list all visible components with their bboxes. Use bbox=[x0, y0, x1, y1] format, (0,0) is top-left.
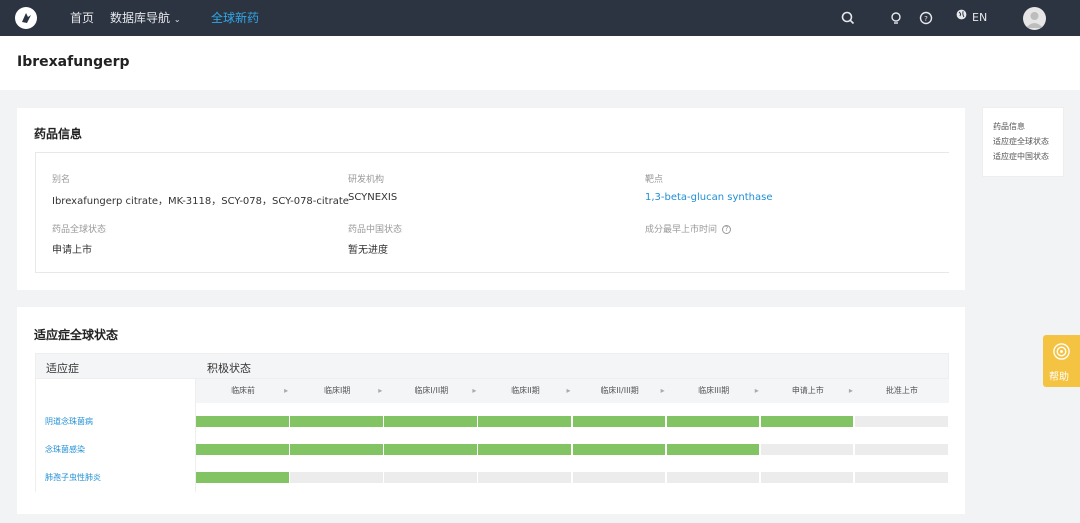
progress-segment bbox=[760, 444, 854, 455]
earliest-launch-label: 成分最早上市时间? bbox=[645, 222, 732, 235]
progress-segment bbox=[478, 416, 571, 427]
progress-segment bbox=[760, 472, 854, 483]
progress-segment bbox=[384, 444, 477, 455]
help-button-label: 帮助 bbox=[1049, 372, 1069, 383]
indication-link[interactable]: 肺孢子虫性肺炎 bbox=[45, 472, 101, 483]
phase-label: 批准上市 bbox=[885, 386, 918, 395]
col-indication: 适应症 bbox=[46, 362, 79, 375]
search-icon[interactable] bbox=[840, 10, 856, 26]
phase-label: 申请上市 bbox=[791, 386, 824, 395]
col-status: 积极状态 bbox=[207, 362, 251, 375]
global-status-title: 适应症全球状态 bbox=[34, 328, 119, 342]
progress-segment bbox=[196, 416, 289, 427]
progress-segment bbox=[290, 416, 383, 427]
nav-item-database-label: 数据库导航 bbox=[110, 11, 171, 25]
nav-item-home[interactable]: 首页 bbox=[70, 0, 94, 36]
global-status-value: 申请上市 bbox=[52, 245, 92, 256]
language-switch[interactable]: EN bbox=[955, 0, 987, 36]
phase-label: 临床前 bbox=[231, 386, 256, 395]
status-table-header: 适应症 积极状态 bbox=[35, 353, 949, 379]
page-title: Ibrexafungerp bbox=[17, 54, 130, 70]
progress-segment bbox=[478, 444, 571, 455]
nav-item-global-drugs[interactable]: 全球新药 bbox=[211, 0, 259, 36]
phase-arrow-icon: ▸ bbox=[378, 386, 383, 395]
progress-segment bbox=[666, 472, 760, 483]
progress-segment bbox=[760, 416, 854, 427]
help-spiral-icon bbox=[1053, 343, 1070, 360]
progress-segment bbox=[196, 472, 289, 483]
china-status-value: 暂无进度 bbox=[348, 245, 388, 256]
side-nav-drug-info[interactable]: 药品信息 bbox=[993, 121, 1025, 132]
logo-icon[interactable] bbox=[15, 7, 37, 29]
progress-segment bbox=[854, 472, 948, 483]
phase-arrow-icon: ▸ bbox=[566, 386, 571, 395]
progress-segment bbox=[384, 416, 477, 427]
top-nav: 首页 数据库导航 ⌄ 全球新药 ? EN bbox=[0, 0, 1080, 36]
phase-arrow-icon: ▸ bbox=[284, 386, 289, 395]
progress-segment bbox=[572, 472, 666, 483]
help-button[interactable]: 帮助 bbox=[1043, 335, 1080, 387]
progress-segment bbox=[290, 472, 383, 483]
drug-info-box bbox=[35, 152, 949, 273]
svg-text:?: ? bbox=[924, 15, 928, 23]
progress-segment bbox=[854, 416, 948, 427]
progress-segment bbox=[854, 444, 948, 455]
indication-link[interactable]: 阴道念珠菌病 bbox=[45, 416, 93, 427]
global-status-label: 药品全球状态 bbox=[52, 225, 107, 235]
language-label: EN bbox=[972, 11, 988, 24]
china-status-label: 药品中国状态 bbox=[348, 225, 403, 235]
phase-label: 临床I期 bbox=[324, 386, 351, 395]
phase-arrow-icon: ▸ bbox=[754, 386, 759, 395]
phase-header-row: 临床前 ▸ 临床I期 ▸ 临床I/II期 ▸ 临床II期 ▸ 临床II/III期 ▸ 临床III期 ▸… bbox=[196, 379, 949, 403]
phase-label: 临床III期 bbox=[698, 386, 730, 395]
bulb-icon[interactable] bbox=[888, 10, 904, 26]
progress-segment bbox=[384, 472, 477, 483]
developer-label: 研发机构 bbox=[348, 175, 385, 185]
phase-arrow-icon: ▸ bbox=[848, 386, 853, 395]
phase-label: 临床II期 bbox=[511, 386, 540, 395]
progress-segment bbox=[196, 444, 289, 455]
nav-item-database[interactable]: 数据库导航 ⌄ bbox=[110, 0, 181, 36]
side-anchor-nav: 药品信息 适应症全球状态 适应症中国状态 bbox=[982, 107, 1064, 177]
phase-arrow-icon: ▸ bbox=[660, 386, 665, 395]
phase-label: 临床I/II期 bbox=[414, 386, 449, 395]
alias-value: Ibrexafungerp citrate，MK-3118，SCY-078，SC… bbox=[52, 196, 349, 207]
target-label: 靶点 bbox=[645, 175, 664, 185]
earliest-launch-label-text: 成分最早上市时间 bbox=[645, 225, 718, 235]
alias-label: 别名 bbox=[52, 175, 71, 185]
chevron-down-icon: ⌄ bbox=[173, 15, 181, 24]
progress-segment bbox=[572, 416, 666, 427]
progress-segment bbox=[572, 444, 666, 455]
indication-link[interactable]: 念珠菌感染 bbox=[45, 444, 85, 455]
side-nav-global-status[interactable]: 适应症全球状态 bbox=[993, 136, 1049, 147]
progress-segment bbox=[478, 472, 571, 483]
drug-info-title: 药品信息 bbox=[34, 127, 83, 141]
progress-segment bbox=[666, 416, 760, 427]
side-nav-china-status[interactable]: 适应症中国状态 bbox=[993, 151, 1049, 162]
globe-icon bbox=[955, 0, 968, 36]
target-link[interactable]: 1,3-beta-glucan synthase bbox=[645, 192, 773, 203]
help-circle-icon[interactable]: ? bbox=[918, 10, 934, 26]
progress-segment bbox=[666, 444, 760, 455]
developer-value: SCYNEXIS bbox=[348, 192, 398, 203]
phase-label: 临床II/III期 bbox=[600, 386, 639, 395]
user-avatar[interactable] bbox=[1023, 7, 1046, 30]
page-header: Ibrexafungerp bbox=[0, 36, 1080, 90]
question-icon[interactable]: ? bbox=[722, 225, 732, 234]
phase-arrow-icon: ▸ bbox=[472, 386, 477, 395]
progress-segment bbox=[290, 444, 383, 455]
